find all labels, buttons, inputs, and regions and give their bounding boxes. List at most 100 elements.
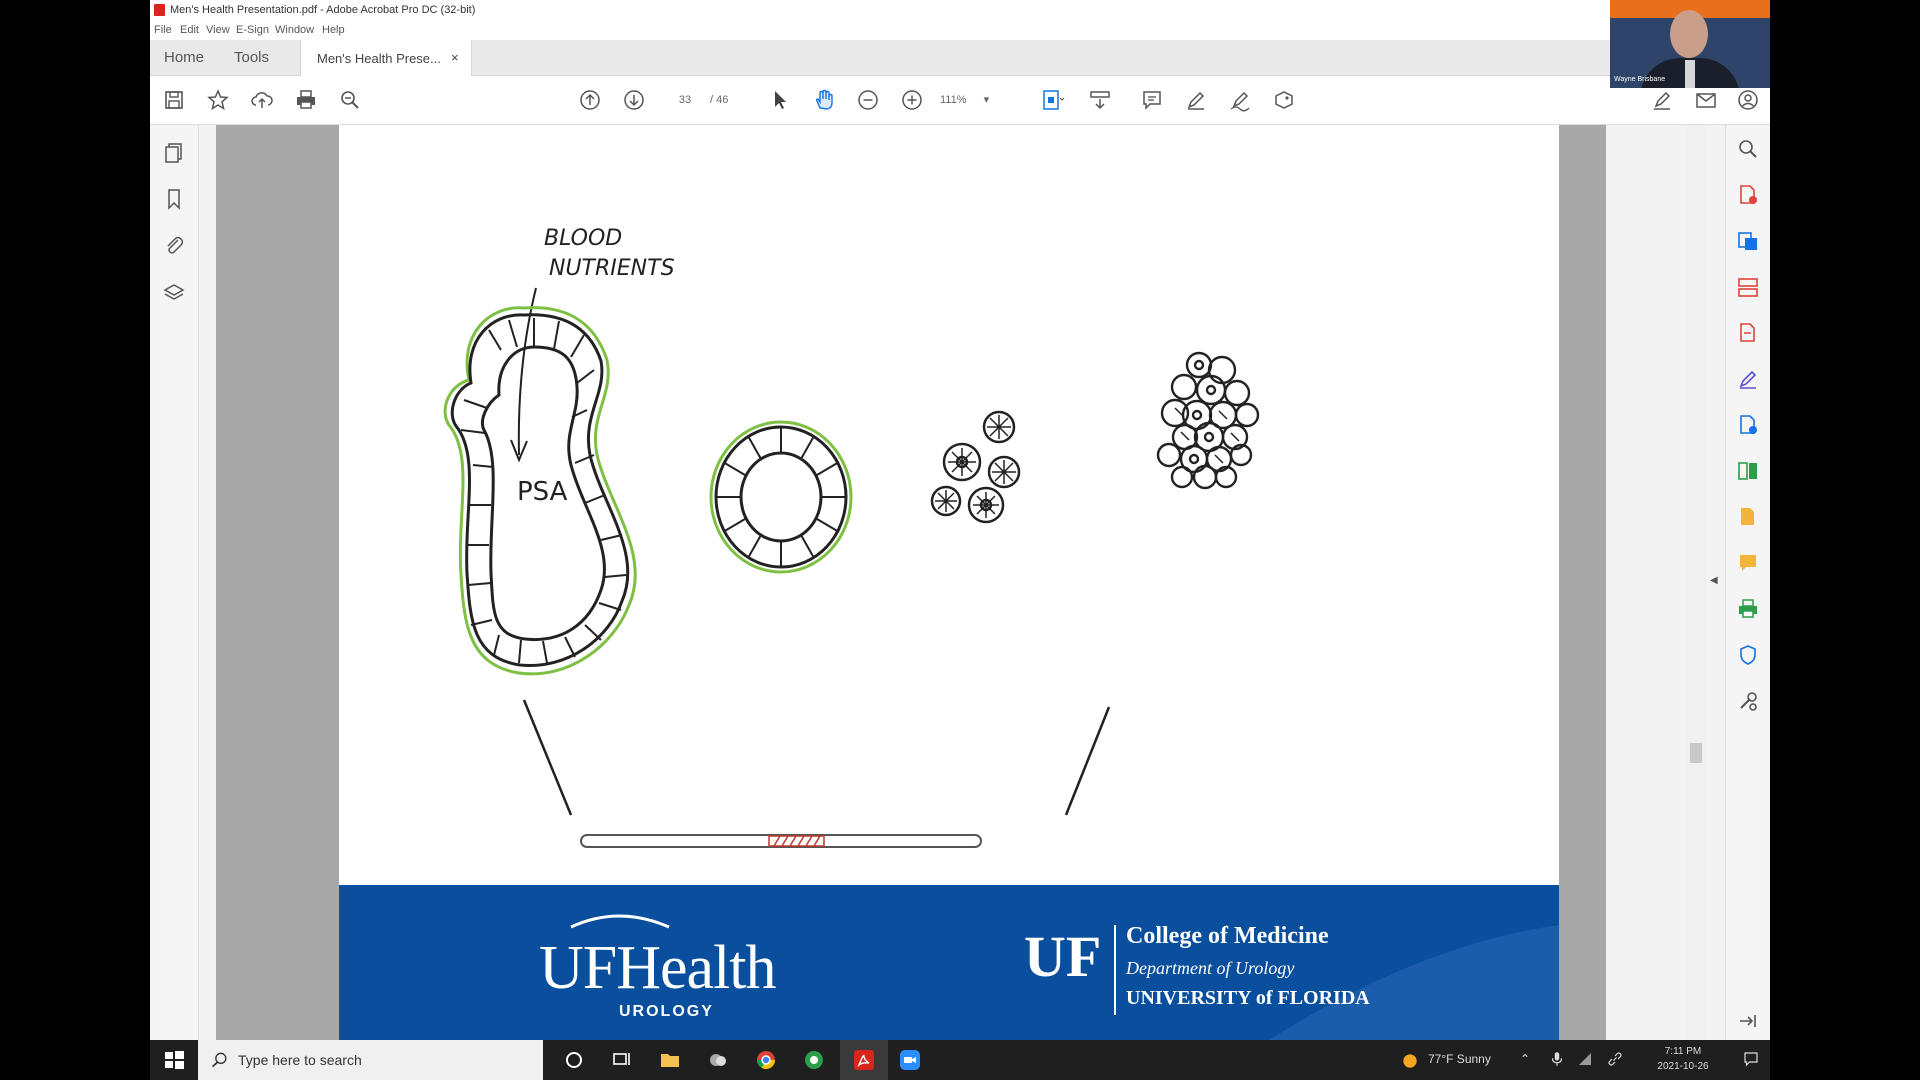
- chrome-icon[interactable]: [754, 1048, 778, 1072]
- scrollbar-thumb[interactable]: [1690, 743, 1702, 763]
- edit-pdf-icon[interactable]: [1736, 321, 1760, 345]
- menu-help[interactable]: Help: [322, 24, 345, 36]
- taskbar-search-box[interactable]: Type here to search: [198, 1040, 543, 1080]
- star-icon[interactable]: [206, 88, 230, 112]
- screen: Men's Health Presentation.pdf - Adobe Ac…: [150, 0, 1770, 1080]
- menu-edit[interactable]: Edit: [180, 24, 199, 36]
- tab-document[interactable]: Men's Health Prese... ×: [300, 40, 472, 76]
- tab-tools[interactable]: Tools: [234, 49, 269, 66]
- fill-sign-icon[interactable]: [1736, 367, 1760, 391]
- tab-row: Home Tools Men's Health Prese... ×: [150, 40, 1770, 76]
- create-pdf-icon[interactable]: [1736, 183, 1760, 207]
- chevron-up-icon[interactable]: ⌃: [1520, 1052, 1530, 1066]
- protect-shield-icon[interactable]: [1736, 643, 1760, 667]
- attachment-icon[interactable]: [162, 233, 186, 257]
- select-cursor-icon[interactable]: [768, 88, 792, 112]
- acrobat-icon: [154, 4, 165, 16]
- next-page-icon[interactable]: [622, 88, 646, 112]
- urology-subtitle: UROLOGY: [619, 1003, 714, 1020]
- page-thumbnails-icon[interactable]: [162, 141, 186, 165]
- save-icon[interactable]: [162, 88, 186, 112]
- sunny-weather-icon: [1400, 1051, 1420, 1076]
- menu-view[interactable]: View: [206, 24, 230, 36]
- network-icon[interactable]: [1576, 1050, 1594, 1073]
- expand-panel-icon[interactable]: [1736, 1009, 1760, 1033]
- file-explorer-icon[interactable]: [658, 1048, 682, 1072]
- scrolling-mode-icon[interactable]: [1088, 88, 1112, 112]
- bookmark-icon[interactable]: [162, 187, 186, 211]
- footer-swoosh: [570, 914, 1559, 1040]
- organize-pages-icon[interactable]: [1736, 275, 1760, 299]
- uf-health-logo: UFHealth: [539, 934, 777, 1002]
- zoom-app-icon[interactable]: [898, 1048, 922, 1072]
- presenter-name: Wayne Brisbane: [1614, 76, 1666, 83]
- system-clock[interactable]: 7:11 PM 2021-10-26: [1638, 1044, 1728, 1074]
- export-pdf-icon[interactable]: [1736, 229, 1760, 253]
- page-number-input[interactable]: 33: [665, 90, 705, 110]
- university-name: UNIVERSITY of FLORIDA: [1126, 987, 1370, 1009]
- tab-document-label: Men's Health Prese...: [317, 51, 441, 66]
- hand-drawn-illustration: BLOOD NUTRIENTS PSA: [443, 226, 1260, 848]
- search-placeholder: Type here to search: [238, 1052, 362, 1068]
- page-total: / 46: [710, 94, 729, 106]
- zoom-out-icon[interactable]: [856, 88, 880, 112]
- chevron-down-icon: ▾: [983, 94, 990, 106]
- highlight-pen-icon[interactable]: [1184, 88, 1208, 112]
- search-icon[interactable]: [1736, 137, 1760, 161]
- biopsy-core: [580, 834, 982, 848]
- zoom-level-dropdown[interactable]: 111% ▾: [940, 90, 1000, 110]
- zoom-in-icon[interactable]: [900, 88, 924, 112]
- edit-sign-icon[interactable]: [1650, 88, 1674, 112]
- send-for-signature-icon[interactable]: [1736, 413, 1760, 437]
- share-user-icon[interactable]: [1736, 88, 1760, 112]
- clock-date: 2021-10-26: [1657, 1061, 1709, 1072]
- export-file-icon[interactable]: [1736, 505, 1760, 529]
- vertical-scrollbar[interactable]: [1686, 125, 1706, 1040]
- window-title: Men's Health Presentation.pdf - Adobe Ac…: [170, 4, 476, 16]
- cortana-icon[interactable]: [562, 1048, 586, 1072]
- link-icon[interactable]: [1606, 1050, 1624, 1073]
- logo-divider: [1114, 925, 1116, 1015]
- collapse-right-pane-icon[interactable]: ◀: [1710, 575, 1718, 586]
- weather-text[interactable]: 77°F Sunny: [1428, 1052, 1491, 1066]
- comment-tool-icon[interactable]: [1736, 551, 1760, 575]
- slide-footer: UFHealth UROLOGY UF College of Medicine …: [339, 885, 1559, 1040]
- menu-window[interactable]: Window: [275, 24, 314, 36]
- compare-files-icon[interactable]: [1736, 459, 1760, 483]
- layers-icon[interactable]: [162, 281, 186, 305]
- menu-file[interactable]: File: [154, 24, 172, 36]
- normal-gland-small: [709, 420, 853, 574]
- windows-start-icon[interactable]: [162, 1048, 186, 1072]
- notifications-icon[interactable]: [1742, 1050, 1760, 1073]
- print-icon[interactable]: [294, 88, 318, 112]
- weather-app-icon[interactable]: [706, 1048, 730, 1072]
- zoom-out-search-icon[interactable]: [338, 88, 362, 112]
- mail-icon[interactable]: [1694, 88, 1718, 112]
- more-tools-icon[interactable]: [1736, 689, 1760, 713]
- acrobat-taskbar-icon: [852, 1048, 876, 1077]
- fit-page-icon[interactable]: [1040, 88, 1065, 112]
- document-view[interactable]: BLOOD NUTRIENTS PSA UFHealth UROLOGY UF …: [216, 125, 1606, 1040]
- tag-icon[interactable]: [1272, 88, 1296, 112]
- microphone-icon[interactable]: [1548, 1050, 1566, 1073]
- title-bar: Men's Health Presentation.pdf - Adobe Ac…: [150, 0, 1770, 20]
- acrobat-taskbar-button[interactable]: [840, 1040, 888, 1080]
- sign-icon[interactable]: [1228, 88, 1252, 112]
- presenter-head: [1670, 10, 1708, 58]
- task-view-icon[interactable]: [610, 1048, 634, 1072]
- close-tab-icon[interactable]: ×: [451, 50, 459, 65]
- normal-gland-large: PSA: [443, 306, 637, 676]
- menu-esign[interactable]: E-Sign: [236, 24, 269, 36]
- toolbar: 33 / 46 111% ▾: [150, 76, 1770, 125]
- previous-page-icon[interactable]: [578, 88, 602, 112]
- comment-icon[interactable]: [1140, 88, 1164, 112]
- psa-label: PSA: [517, 477, 568, 507]
- hand-tool-icon[interactable]: [812, 88, 836, 112]
- tab-home[interactable]: Home: [164, 49, 204, 66]
- uf-logo: UF: [1024, 924, 1102, 989]
- upload-cloud-icon[interactable]: [250, 88, 274, 112]
- green-app-icon[interactable]: [802, 1048, 826, 1072]
- annotation-line-1: BLOOD: [544, 226, 622, 251]
- scattered-cell-cluster: [930, 410, 1021, 524]
- print-production-icon[interactable]: [1736, 597, 1760, 621]
